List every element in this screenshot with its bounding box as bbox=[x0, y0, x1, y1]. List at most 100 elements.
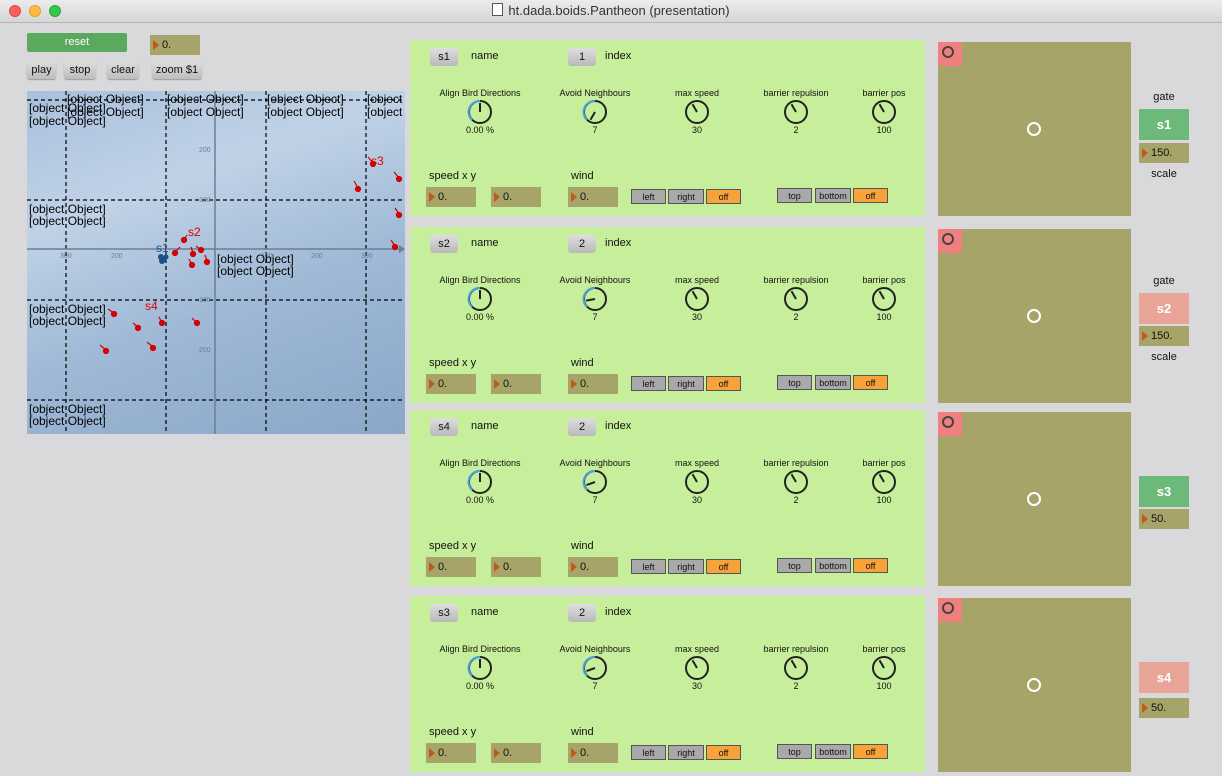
gate-toggle-icon[interactable] bbox=[938, 598, 962, 622]
scale-number-box[interactable]: 150. bbox=[1139, 326, 1189, 346]
gate-button-s3[interactable]: s3 bbox=[1139, 476, 1189, 507]
tb-off-button[interactable]: off bbox=[853, 744, 888, 759]
parameter-knob[interactable] bbox=[783, 99, 809, 125]
window-title: ht.dada.boids.Pantheon (presentation) bbox=[0, 3, 1222, 18]
parameter-knob[interactable] bbox=[582, 655, 608, 681]
speed-x-number-box[interactable]: 0. bbox=[426, 743, 476, 763]
top-barrier-button[interactable]: top bbox=[777, 558, 812, 573]
left-barrier-button[interactable]: left bbox=[631, 376, 666, 391]
gate-label: gate bbox=[1153, 275, 1175, 287]
bottom-barrier-button[interactable]: bottom bbox=[815, 375, 851, 390]
parameter-knob[interactable] bbox=[871, 469, 897, 495]
play-button[interactable]: play bbox=[27, 62, 56, 79]
window-title-text: ht.dada.boids.Pantheon (presentation) bbox=[508, 3, 730, 18]
parameter-knob[interactable] bbox=[467, 286, 493, 312]
lr-off-button[interactable]: off bbox=[706, 559, 741, 574]
parameter-knob[interactable] bbox=[582, 99, 608, 125]
wind-number-box[interactable]: 0. bbox=[568, 374, 618, 394]
index-number-box[interactable]: 2 bbox=[568, 604, 596, 622]
wind-number-box[interactable]: 0. bbox=[568, 557, 618, 577]
parameter-knob[interactable] bbox=[783, 286, 809, 312]
scale-number-box[interactable]: 150. bbox=[1139, 143, 1189, 163]
top-barrier-button[interactable]: top bbox=[777, 188, 812, 203]
bottom-barrier-button[interactable]: bottom bbox=[815, 188, 851, 203]
gate-button-s2[interactable]: s2 bbox=[1139, 293, 1189, 324]
lr-off-button[interactable]: off bbox=[706, 376, 741, 391]
parameter-knob[interactable] bbox=[871, 655, 897, 681]
speed-x-number-box[interactable]: 0. bbox=[426, 374, 476, 394]
index-number-box[interactable]: 2 bbox=[568, 235, 596, 253]
zoom-button[interactable]: zoom $1 bbox=[152, 62, 202, 79]
scale-number-box[interactable]: 50. bbox=[1139, 698, 1189, 718]
reset-number-box[interactable]: 0. bbox=[150, 35, 200, 55]
parameter-knob[interactable] bbox=[467, 99, 493, 125]
right-barrier-button[interactable]: right bbox=[668, 376, 704, 391]
sim-label: [object Object] bbox=[67, 105, 144, 119]
parameter-knob[interactable] bbox=[684, 99, 710, 125]
parameter-knob[interactable] bbox=[871, 286, 897, 312]
flock-tag-button[interactable]: s1 bbox=[430, 48, 458, 66]
parameter-knob[interactable] bbox=[467, 469, 493, 495]
parameter-knob[interactable] bbox=[783, 469, 809, 495]
gate-toggle-icon[interactable] bbox=[938, 412, 962, 436]
knob-label: Avoid Neighbours bbox=[559, 644, 631, 654]
lr-off-button[interactable]: off bbox=[706, 745, 741, 760]
scale-number-box[interactable]: 50. bbox=[1139, 509, 1189, 529]
speed-y-number-box[interactable]: 0. bbox=[491, 374, 541, 394]
flock-view-s4[interactable] bbox=[938, 412, 1131, 586]
parameter-knob[interactable] bbox=[684, 469, 710, 495]
right-barrier-button[interactable]: right bbox=[668, 745, 704, 760]
left-barrier-button[interactable]: left bbox=[631, 559, 666, 574]
speed-x-number-box[interactable]: 0. bbox=[426, 557, 476, 577]
sim-label: [object Object] bbox=[29, 314, 106, 328]
flock-view-s2[interactable] bbox=[938, 229, 1131, 403]
index-number-box[interactable]: 2 bbox=[568, 418, 596, 436]
right-barrier-button[interactable]: right bbox=[668, 189, 704, 204]
gate-toggle-icon[interactable] bbox=[938, 42, 962, 66]
flock-view-s1[interactable] bbox=[938, 42, 1131, 216]
gate-button-s4[interactable]: s4 bbox=[1139, 662, 1189, 693]
knob-value: 30 bbox=[691, 681, 702, 691]
gate-button-s1[interactable]: s1 bbox=[1139, 109, 1189, 140]
parameter-knob[interactable] bbox=[467, 655, 493, 681]
tb-off-button[interactable]: off bbox=[853, 558, 888, 573]
flock-view-s3[interactable] bbox=[938, 598, 1131, 772]
parameter-knob[interactable] bbox=[684, 655, 710, 681]
right-barrier-button[interactable]: right bbox=[668, 559, 704, 574]
speed-y-number-box[interactable]: 0. bbox=[491, 743, 541, 763]
scale-label: scale bbox=[1151, 351, 1177, 363]
bottom-barrier-button[interactable]: bottom bbox=[815, 744, 851, 759]
clear-button[interactable]: clear bbox=[107, 62, 139, 79]
boids-simulation-view[interactable]: 300 200 100 200 300 200 100 100 200 s1 s… bbox=[27, 91, 405, 434]
flock-tag-button[interactable]: s4 bbox=[430, 418, 458, 436]
parameter-knob[interactable] bbox=[582, 469, 608, 495]
speed-x-number-box[interactable]: 0. bbox=[426, 187, 476, 207]
stop-button[interactable]: stop bbox=[64, 62, 96, 79]
parameter-knob[interactable] bbox=[684, 286, 710, 312]
speed-y-number-box[interactable]: 0. bbox=[491, 557, 541, 577]
wind-number-box[interactable]: 0. bbox=[568, 187, 618, 207]
gate-toggle-icon[interactable] bbox=[938, 229, 962, 253]
lr-off-button[interactable]: off bbox=[706, 189, 741, 204]
parameter-knob[interactable] bbox=[871, 99, 897, 125]
reset-button[interactable]: reset bbox=[27, 33, 127, 52]
top-barrier-button[interactable]: top bbox=[777, 744, 812, 759]
center-dot bbox=[1027, 492, 1041, 506]
flock-tag-button[interactable]: s3 bbox=[430, 604, 458, 622]
flock-tag-button[interactable]: s2 bbox=[430, 235, 458, 253]
wind-label: wind bbox=[571, 726, 594, 738]
knob-label: max speed bbox=[674, 88, 720, 98]
bottom-barrier-button[interactable]: bottom bbox=[815, 558, 851, 573]
speed-y-number-box[interactable]: 0. bbox=[491, 187, 541, 207]
tb-off-button[interactable]: off bbox=[853, 188, 888, 203]
wind-number-box[interactable]: 0. bbox=[568, 743, 618, 763]
gate-label: gate bbox=[1153, 91, 1175, 103]
parameter-knob[interactable] bbox=[582, 286, 608, 312]
index-number-box[interactable]: 1 bbox=[568, 48, 596, 66]
left-barrier-button[interactable]: left bbox=[631, 745, 666, 760]
sim-label: [object Object] bbox=[367, 92, 405, 106]
parameter-knob[interactable] bbox=[783, 655, 809, 681]
left-barrier-button[interactable]: left bbox=[631, 189, 666, 204]
tb-off-button[interactable]: off bbox=[853, 375, 888, 390]
top-barrier-button[interactable]: top bbox=[777, 375, 812, 390]
